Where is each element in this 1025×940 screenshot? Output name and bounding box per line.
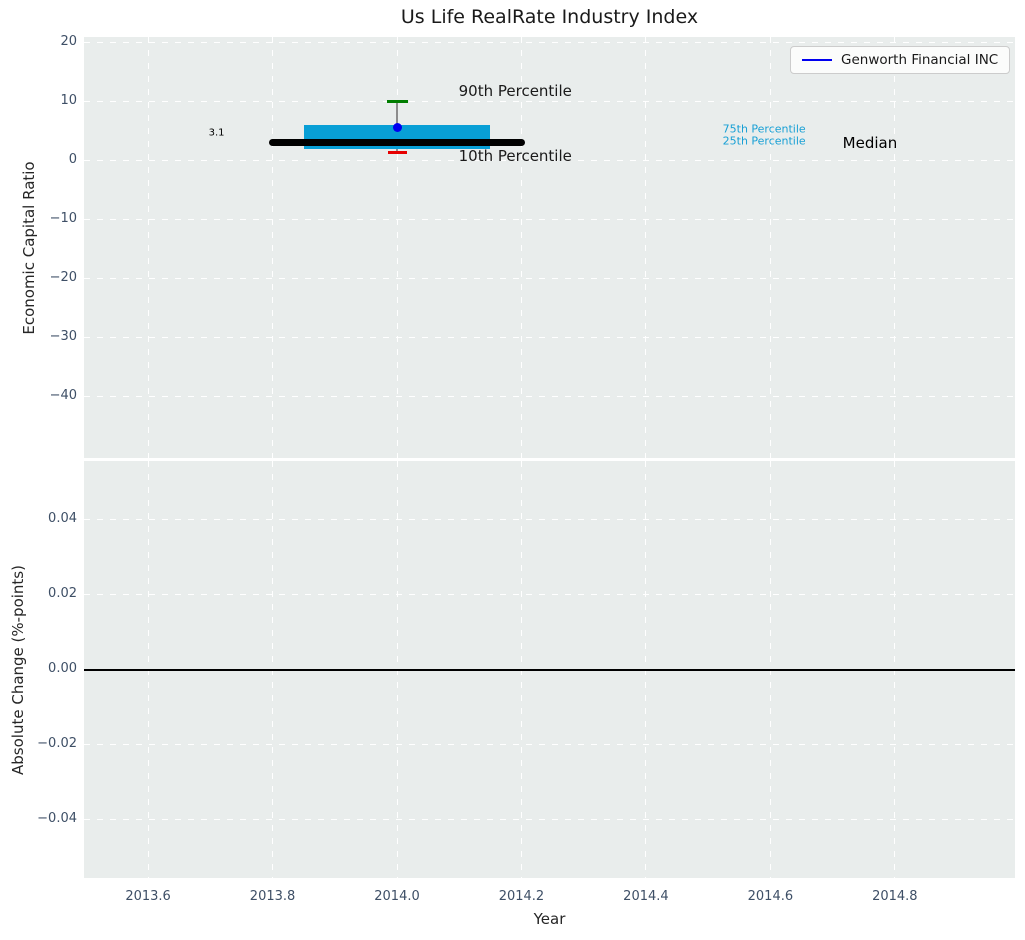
annotation-25th-percentile: 25th Percentile [723, 134, 806, 147]
annotation-90th-percentile: 90th Percentile [459, 82, 572, 100]
gridline-h [84, 219, 1015, 220]
y-tick-label: 0.02 [0, 586, 77, 601]
x-axis-label: Year [84, 910, 1015, 928]
gridline-h [84, 278, 1015, 279]
y-tick-label: −0.04 [0, 811, 77, 826]
p10-cap [388, 151, 407, 155]
x-tick-label: 2013.8 [233, 889, 313, 904]
gridline-h [84, 101, 1015, 102]
gridline-v [272, 37, 273, 458]
legend-line-icon [802, 59, 832, 61]
gridline-v [521, 37, 522, 458]
gridline-v [645, 37, 646, 458]
median-line [269, 139, 525, 146]
y-tick-label: 0 [0, 152, 77, 167]
y-tick-label: −40 [0, 388, 77, 403]
gridline-h [84, 744, 1015, 745]
y-tick-label: −10 [0, 211, 77, 226]
bottom-panel [84, 461, 1015, 878]
legend-label: Genworth Financial INC [841, 52, 998, 68]
x-tick-label: 2013.6 [108, 889, 188, 904]
p90-cap [387, 100, 408, 103]
gridline-h [84, 396, 1015, 397]
gridline-h [84, 594, 1015, 595]
gridline-h [84, 337, 1015, 338]
y-tick-label: −0.02 [0, 736, 77, 751]
annotation-median: Median [843, 134, 898, 152]
x-tick-label: 2014.0 [357, 889, 437, 904]
gridline-v [148, 37, 149, 458]
gridline-v [894, 37, 895, 458]
y-tick-label: 10 [0, 93, 77, 108]
y-tick-label: −30 [0, 329, 77, 344]
zero-line [84, 669, 1015, 671]
x-tick-label: 2014.4 [606, 889, 686, 904]
gridline-h [84, 819, 1015, 820]
gridline-h [84, 42, 1015, 43]
y-tick-label: −20 [0, 270, 77, 285]
annotation-10th-percentile: 10th Percentile [459, 147, 572, 165]
annotation-3-1: 3.1 [209, 127, 225, 138]
chart-title: Us Life RealRate Industry Index [84, 6, 1015, 28]
company-dot [393, 123, 402, 132]
y-tick-label: 0.00 [0, 661, 77, 676]
legend: Genworth Financial INC [790, 46, 1010, 74]
figure: Us Life RealRate Industry Index Economic… [0, 0, 1025, 940]
x-tick-label: 2014.2 [481, 889, 561, 904]
x-tick-label: 2014.6 [730, 889, 810, 904]
top-panel [84, 37, 1015, 458]
y-tick-label: 0.04 [0, 511, 77, 526]
top-y-axis-label: Economic Capital Ratio [20, 98, 40, 398]
gridline-v [770, 37, 771, 458]
y-tick-label: 20 [0, 34, 77, 49]
gridline-h [84, 519, 1015, 520]
x-tick-label: 2014.8 [855, 889, 935, 904]
